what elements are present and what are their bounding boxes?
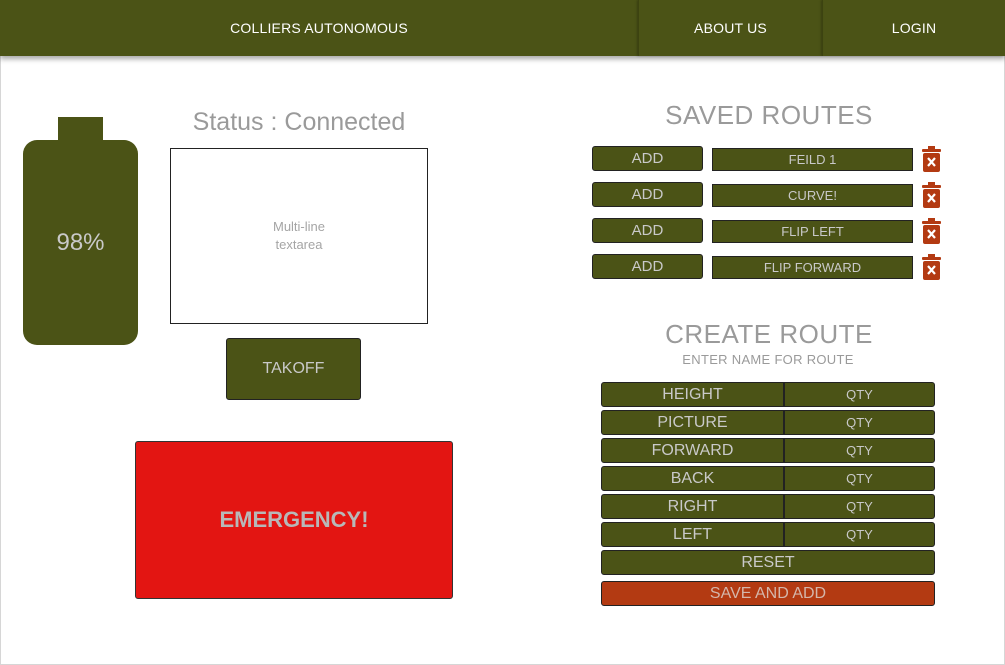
- param-left-button[interactable]: LEFT: [601, 522, 784, 547]
- param-row: BACK QTY: [601, 466, 935, 491]
- param-qty-input[interactable]: QTY: [784, 438, 935, 463]
- reset-button[interactable]: RESET: [601, 550, 935, 575]
- add-route-button[interactable]: ADD: [592, 182, 703, 207]
- battery-level: 98%: [56, 228, 105, 256]
- param-row: FORWARD QTY: [601, 438, 935, 463]
- saved-route-row: ADD FEILD 1: [592, 146, 944, 172]
- route-name[interactable]: FLIP FORWARD: [712, 256, 913, 279]
- trash-icon[interactable]: [922, 254, 941, 280]
- emergency-button[interactable]: EMERGENCY!: [135, 441, 453, 599]
- param-right-button[interactable]: RIGHT: [601, 494, 784, 519]
- nav-brand[interactable]: COLLIERS AUTONOMOUS: [0, 0, 638, 56]
- param-row: RIGHT QTY: [601, 494, 935, 519]
- trash-icon[interactable]: [922, 146, 941, 172]
- param-qty-input[interactable]: QTY: [784, 522, 935, 547]
- param-qty-input[interactable]: QTY: [784, 494, 935, 519]
- top-nav: COLLIERS AUTONOMOUS ABOUT US LOGIN: [0, 0, 1005, 56]
- route-name[interactable]: FLIP LEFT: [712, 220, 913, 243]
- connection-status: Status : Connected: [192, 108, 406, 136]
- nav-login[interactable]: LOGIN: [822, 0, 1005, 56]
- param-qty-input[interactable]: QTY: [784, 410, 935, 435]
- param-height-button[interactable]: HEIGHT: [601, 382, 784, 407]
- create-route-heading: CREATE ROUTE: [665, 319, 873, 349]
- param-qty-input[interactable]: QTY: [784, 382, 935, 407]
- add-route-button[interactable]: ADD: [592, 254, 703, 279]
- param-row: PICTURE QTY: [601, 410, 935, 435]
- trash-icon[interactable]: [922, 218, 941, 244]
- log-textarea-placeholder: Multi-line textarea: [272, 219, 325, 252]
- nav-about-us[interactable]: ABOUT US: [638, 0, 822, 56]
- param-qty-input[interactable]: QTY: [784, 466, 935, 491]
- route-name[interactable]: CURVE!: [712, 184, 913, 207]
- log-textarea[interactable]: Multi-line textarea: [170, 148, 428, 324]
- route-name[interactable]: FEILD 1: [712, 148, 913, 171]
- takeoff-button[interactable]: TAKOFF: [226, 338, 361, 400]
- param-row: LEFT QTY: [601, 522, 935, 547]
- add-route-button[interactable]: ADD: [592, 146, 703, 171]
- saved-routes-heading: SAVED ROUTES: [665, 100, 873, 130]
- param-forward-button[interactable]: FORWARD: [601, 438, 784, 463]
- battery-indicator: 98%: [23, 140, 138, 345]
- param-picture-button[interactable]: PICTURE: [601, 410, 784, 435]
- battery-cap: [58, 117, 103, 142]
- saved-route-row: ADD FLIP LEFT: [592, 218, 944, 244]
- trash-icon[interactable]: [922, 182, 941, 208]
- param-back-button[interactable]: BACK: [601, 466, 784, 491]
- saved-route-row: ADD CURVE!: [592, 182, 944, 208]
- saved-route-row: ADD FLIP FORWARD: [592, 254, 944, 280]
- save-and-add-button[interactable]: SAVE AND ADD: [601, 581, 935, 606]
- add-route-button[interactable]: ADD: [592, 218, 703, 243]
- route-name-input[interactable]: ENTER NAME FOR ROUTE: [600, 352, 936, 367]
- param-row: HEIGHT QTY: [601, 382, 935, 407]
